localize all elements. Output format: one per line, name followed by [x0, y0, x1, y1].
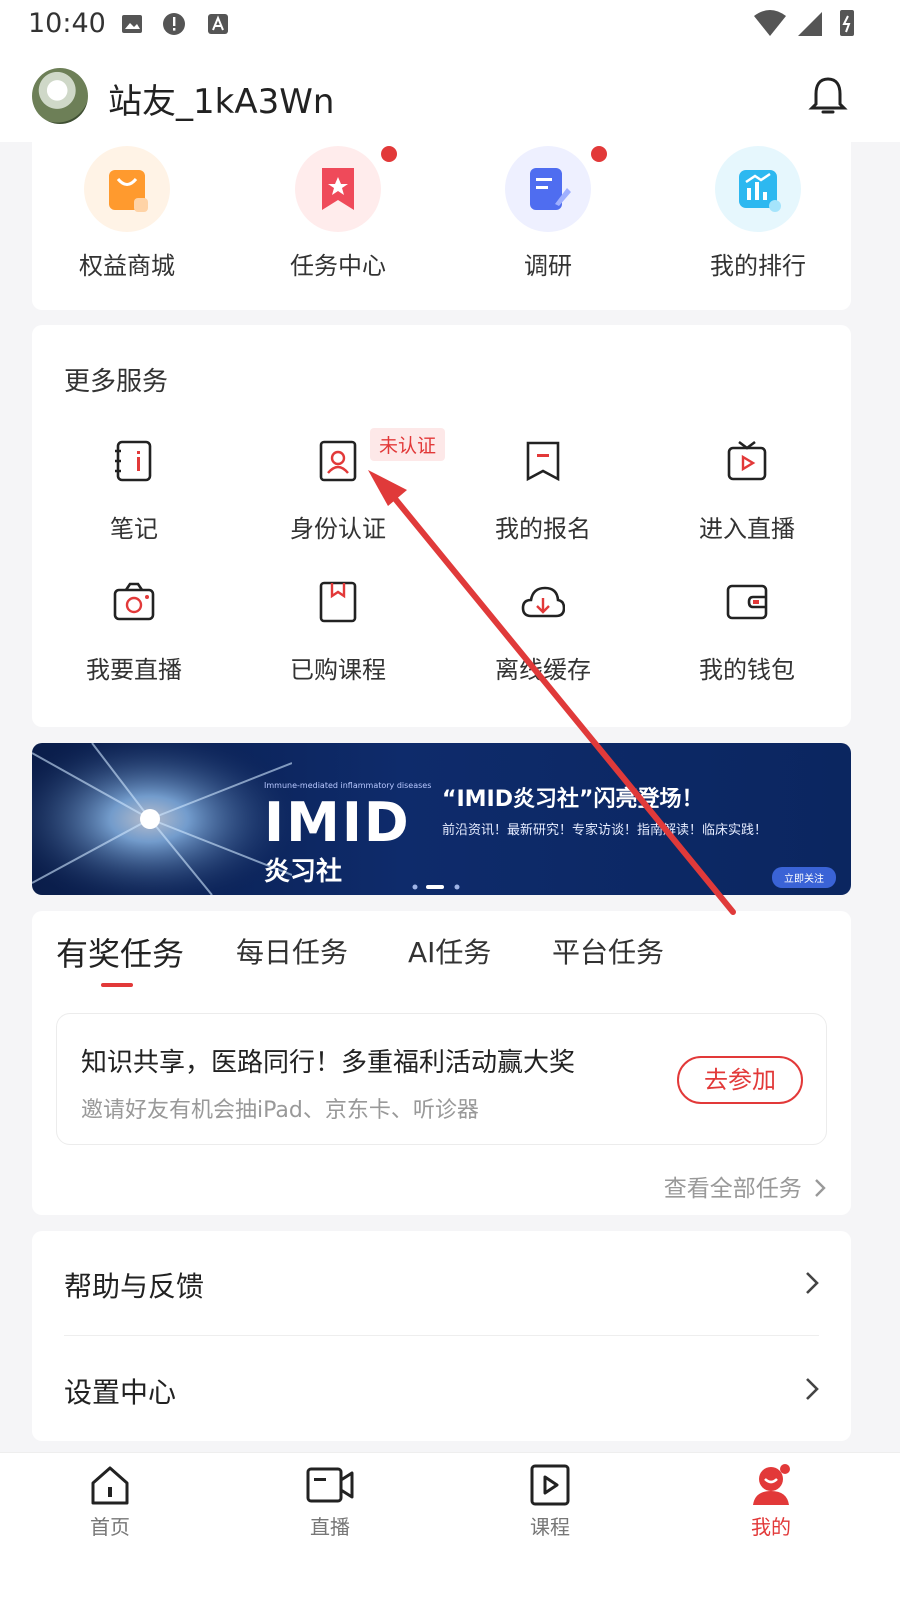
service-go-live[interactable]: 我要直播: [32, 580, 232, 710]
divider: [64, 1335, 819, 1336]
course-book-icon: [319, 581, 357, 623]
video-camera-icon: [306, 1467, 354, 1503]
nav-courses[interactable]: 课程: [490, 1463, 610, 1543]
notebook-icon: [115, 440, 152, 482]
join-button[interactable]: 去参加: [677, 1056, 803, 1104]
image-notification-icon: [122, 15, 142, 33]
service-label: 身份认证: [290, 515, 386, 543]
service-label: 笔记: [110, 515, 158, 543]
tasks-card: 有奖任务 每日任务 AI任务 平台任务 知识共享，医路同行！多重福利活动赢大奖 …: [32, 911, 851, 1215]
bottom-nav: 首页 直播 课程 我的: [0, 1452, 900, 1601]
quick-actions-card: 权益商城 任务中心 调研 我的排行: [32, 142, 851, 310]
service-offline-cache[interactable]: 离线缓存: [441, 580, 641, 710]
nav-profile[interactable]: 我的: [711, 1463, 831, 1543]
status-bar: 10:40: [0, 0, 900, 48]
avatar[interactable]: [32, 68, 88, 124]
shopping-bag-icon: [109, 170, 148, 212]
profile-icon: [753, 1464, 790, 1505]
settings-list: 帮助与反馈 设置中心: [32, 1231, 851, 1441]
username[interactable]: 站友_1kA3Wn: [108, 74, 334, 123]
tab-ai-tasks[interactable]: AI任务: [408, 931, 491, 971]
row-label: 帮助与反馈: [64, 1270, 205, 1303]
bookmark-star-icon: [322, 168, 354, 210]
unread-dot: [591, 146, 607, 162]
id-card-icon: [319, 440, 357, 482]
promo-banner[interactable]: Immune-mediated inflammatory diseases IM…: [32, 743, 851, 895]
nav-label: 首页: [90, 1515, 130, 1539]
home-icon: [91, 1466, 129, 1505]
quick-action-task-center[interactable]: 任务中心: [243, 142, 433, 302]
unread-dot: [381, 146, 397, 162]
section-title: 更多服务: [64, 367, 169, 397]
help-feedback-row[interactable]: 帮助与反馈: [32, 1231, 851, 1335]
service-enter-live[interactable]: 进入直播: [645, 439, 845, 569]
cloud-download-icon: [521, 586, 565, 618]
service-purchased-courses[interactable]: 已购课程: [236, 580, 436, 710]
quick-action-label: 任务中心: [290, 252, 386, 280]
active-tab-indicator: [101, 983, 133, 987]
carousel-dots: [412, 884, 460, 890]
banner-logo: IMID: [264, 791, 411, 854]
quick-action-shop[interactable]: 权益商城: [32, 142, 222, 302]
banner-logo-sub: 炎习社: [264, 857, 343, 887]
profile-header: 站友_1kA3Wn: [0, 48, 900, 142]
camera-icon: [113, 582, 155, 621]
task-promo-item[interactable]: 知识共享，医路同行！多重福利活动赢大奖 邀请好友有机会抽iPad、京东卡、听诊器…: [56, 1013, 827, 1145]
view-all-tasks-link[interactable]: 查看全部任务: [664, 1169, 827, 1203]
wallet-icon: [726, 584, 768, 620]
quick-action-ranking[interactable]: 我的排行: [663, 142, 853, 302]
view-all-label: 查看全部任务: [663, 1176, 802, 1202]
unverified-badge: 未认证: [370, 428, 446, 461]
bell-icon[interactable]: [806, 74, 850, 118]
status-time: 10:40: [28, 8, 106, 39]
more-services-card: 更多服务 笔记 身份认证 我的报名 进入直播 我要直播 已购课程 离线缓存 我的…: [32, 325, 851, 727]
banner-subtitle-en: Immune-mediated inflammatory diseases: [264, 781, 432, 790]
tv-play-icon: [727, 440, 767, 481]
nav-label: 课程: [530, 1515, 570, 1539]
service-label: 我的钱包: [699, 656, 795, 684]
banner-description: 前沿资讯！最新研究！专家访谈！指南解读！临床实践！: [442, 823, 768, 838]
quick-action-label: 调研: [524, 252, 572, 280]
chevron-right-icon: [806, 1378, 819, 1400]
banner-headline: “IMID炎习社”闪亮登场！: [442, 787, 704, 812]
nav-label: 我的: [751, 1515, 791, 1539]
quick-action-survey[interactable]: 调研: [453, 142, 643, 302]
nav-label: 直播: [310, 1515, 350, 1539]
service-label: 我的报名: [495, 515, 591, 543]
nav-live[interactable]: 直播: [270, 1463, 390, 1543]
service-label: 进入直播: [699, 515, 795, 543]
status-right-icons: [754, 10, 854, 36]
task-title: 知识共享，医路同行！多重福利活动赢大奖: [81, 1048, 576, 1078]
service-notes[interactable]: 笔记: [32, 439, 232, 569]
survey-edit-icon: [530, 168, 571, 210]
alert-notification-icon: [163, 13, 185, 35]
play-box-icon: [530, 1464, 570, 1506]
ranking-chart-icon: [739, 170, 781, 212]
wifi-icon: [754, 10, 786, 36]
tab-daily-tasks[interactable]: 每日任务: [236, 931, 348, 971]
signal-icon: [798, 12, 822, 36]
row-label: 设置中心: [64, 1376, 177, 1409]
chevron-right-icon: [815, 1179, 826, 1197]
service-label: 我要直播: [86, 656, 182, 684]
quick-action-label: 我的排行: [710, 252, 806, 280]
registration-icon: [526, 441, 560, 482]
tab-rewarded-tasks[interactable]: 有奖任务: [56, 929, 184, 975]
quick-action-label: 权益商城: [79, 252, 175, 280]
nav-home[interactable]: 首页: [50, 1463, 170, 1543]
app-notification-icon: [208, 14, 228, 34]
service-wallet[interactable]: 我的钱包: [645, 580, 845, 710]
settings-center-row[interactable]: 设置中心: [32, 1337, 851, 1441]
chevron-right-icon: [806, 1272, 819, 1294]
banner-follow-button[interactable]: 立即关注: [772, 867, 836, 888]
tab-platform-tasks[interactable]: 平台任务: [552, 931, 664, 971]
service-registration[interactable]: 我的报名: [441, 439, 641, 569]
service-label: 离线缓存: [495, 656, 591, 684]
task-subtitle: 邀请好友有机会抽iPad、京东卡、听诊器: [81, 1098, 479, 1123]
service-label: 已购课程: [290, 656, 386, 684]
light-rays-graphic: [32, 743, 292, 895]
